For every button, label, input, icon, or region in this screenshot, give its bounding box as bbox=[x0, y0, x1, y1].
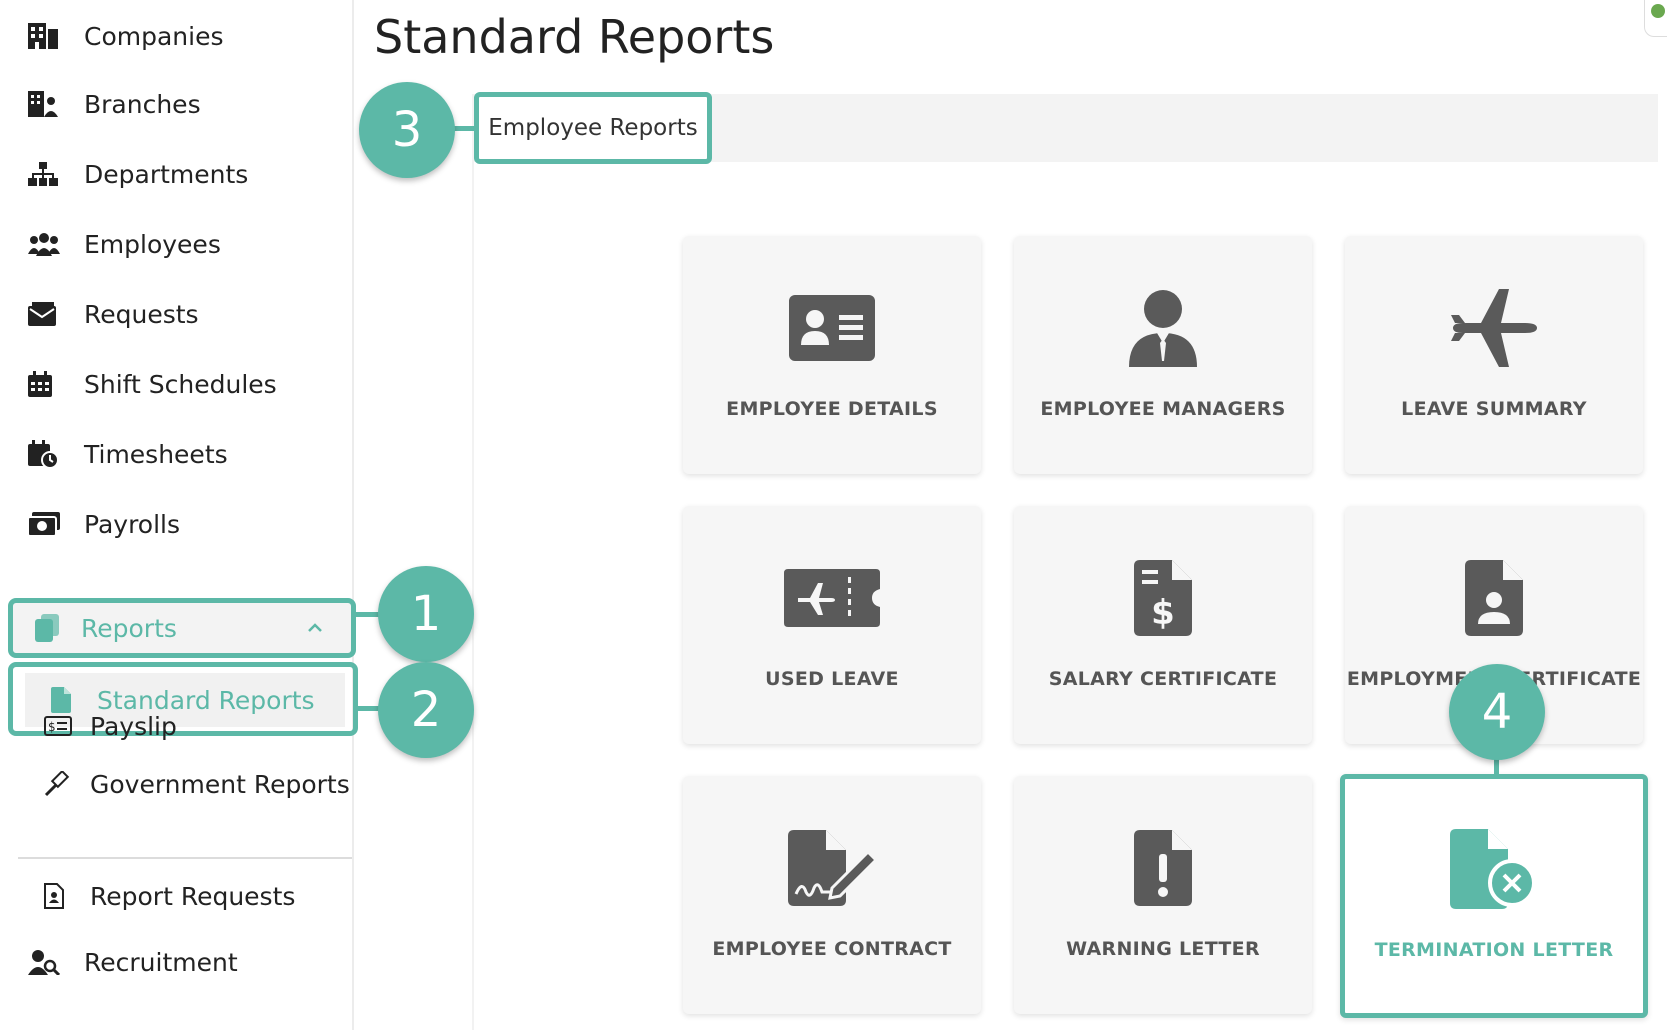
callout-badge-4: 4 bbox=[1449, 664, 1545, 760]
callout-badge-3: 3 bbox=[359, 82, 455, 178]
svg-text:$: $ bbox=[48, 720, 56, 734]
payslip-icon: $ bbox=[44, 716, 78, 736]
card-label: TERMINATION LETTER bbox=[1374, 939, 1614, 961]
city-icon bbox=[28, 89, 62, 119]
sidebar-subitem-label: Government Reports bbox=[90, 769, 350, 799]
plane-icon bbox=[1451, 282, 1537, 374]
money-icon bbox=[28, 509, 62, 539]
card-used-leave[interactable]: USED LEAVE bbox=[683, 506, 981, 744]
callout-3-connector bbox=[454, 126, 478, 131]
calendar-clock-icon bbox=[28, 439, 62, 469]
id-card-icon bbox=[789, 282, 875, 374]
avatar[interactable] bbox=[1651, 4, 1665, 18]
sidebar-item-timesheets[interactable]: Timesheets bbox=[28, 432, 228, 476]
sidebar-divider bbox=[18, 857, 352, 859]
sidebar-item-shift-schedules[interactable]: Shift Schedules bbox=[28, 362, 277, 406]
card-label: EMPLOYEE CONTRACT bbox=[712, 938, 952, 960]
sidebar-item-payrolls[interactable]: Payrolls bbox=[28, 502, 180, 546]
sidebar-item-label: Requests bbox=[84, 299, 199, 329]
sidebar-subitem-government-reports[interactable]: Government Reports bbox=[44, 764, 350, 804]
card-label: SALARY CERTIFICATE bbox=[1048, 668, 1278, 690]
file-user-icon bbox=[1465, 552, 1523, 644]
card-employee-details[interactable]: EMPLOYEE DETAILS bbox=[683, 236, 981, 474]
chevron-up-icon[interactable] bbox=[307, 623, 323, 633]
sidebar-item-departments[interactable]: Departments bbox=[28, 152, 248, 196]
gavel-icon bbox=[44, 771, 78, 797]
callout-badge-1: 1 bbox=[378, 566, 474, 662]
sidebar-item-label: Branches bbox=[84, 89, 201, 119]
file-exclamation-icon bbox=[1134, 822, 1192, 914]
user-avatar-corner[interactable] bbox=[1644, 0, 1667, 37]
sidebar-item-requests[interactable]: Requests bbox=[28, 292, 199, 336]
sidebar-item-label: Shift Schedules bbox=[84, 369, 277, 399]
mail-icon bbox=[28, 299, 62, 329]
sidebar-item-reports[interactable]: Reports bbox=[8, 598, 356, 658]
card-leave-summary[interactable]: LEAVE SUMMARY bbox=[1345, 236, 1643, 474]
card-employee-contract[interactable]: EMPLOYEE CONTRACT bbox=[683, 776, 981, 1014]
sidebar-item-label: Employees bbox=[84, 229, 221, 259]
card-label: EMPLOYEE MANAGERS bbox=[1040, 398, 1286, 420]
copy-icon bbox=[35, 614, 61, 642]
content-divider bbox=[472, 162, 474, 1030]
calendar-icon bbox=[28, 369, 62, 399]
card-employee-managers[interactable]: EMPLOYEE MANAGERS bbox=[1014, 236, 1312, 474]
card-label: WARNING LETTER bbox=[1066, 938, 1260, 960]
user-search-icon bbox=[28, 947, 62, 977]
user-tie-icon bbox=[1129, 282, 1197, 374]
svg-text:$: $ bbox=[1151, 593, 1175, 633]
sidebar: Companies Branches Departments Employees… bbox=[0, 0, 358, 1030]
sidebar-item-companies[interactable]: Companies bbox=[28, 14, 224, 58]
page-title: Standard Reports bbox=[374, 10, 775, 64]
sidebar-item-branches[interactable]: Branches bbox=[28, 82, 201, 126]
sitemap-icon bbox=[28, 159, 62, 189]
file-dollar-icon: $ bbox=[1134, 552, 1192, 644]
file-user-icon bbox=[44, 883, 78, 909]
callout-badge-2: 2 bbox=[378, 662, 474, 758]
sidebar-item-recruitment[interactable]: Recruitment bbox=[28, 940, 238, 984]
sidebar-item-employees[interactable]: Employees bbox=[28, 222, 221, 266]
tab-employee-reports[interactable]: Employee Reports bbox=[474, 92, 712, 164]
sidebar-item-label: Payrolls bbox=[84, 509, 181, 539]
card-termination-letter[interactable]: TERMINATION LETTER bbox=[1340, 774, 1648, 1018]
sidebar-subitem-label: Payslip bbox=[90, 711, 177, 741]
sidebar-item-label: Reports bbox=[81, 613, 177, 643]
file-cancel-icon bbox=[1450, 823, 1538, 915]
card-label: USED LEAVE bbox=[765, 668, 899, 690]
card-label: LEAVE SUMMARY bbox=[1401, 398, 1587, 420]
sidebar-item-label: Report Requests bbox=[90, 881, 296, 911]
sidebar-item-label: Companies bbox=[84, 21, 224, 51]
sidebar-item-label: Timesheets bbox=[84, 439, 228, 469]
building-icon bbox=[28, 21, 62, 51]
sidebar-item-label: Departments bbox=[84, 159, 249, 189]
sidebar-item-report-requests[interactable]: Report Requests bbox=[44, 876, 295, 916]
file-signature-icon bbox=[788, 822, 876, 914]
sidebar-subitem-payslip[interactable]: $ Payslip bbox=[44, 706, 177, 746]
sidebar-item-label: Recruitment bbox=[84, 947, 238, 977]
card-salary-certificate[interactable]: $ SALARY CERTIFICATE bbox=[1014, 506, 1312, 744]
users-icon bbox=[28, 229, 62, 259]
ticket-plane-icon bbox=[784, 552, 880, 644]
card-warning-letter[interactable]: WARNING LETTER bbox=[1014, 776, 1312, 1014]
card-label: EMPLOYEE DETAILS bbox=[726, 398, 938, 420]
